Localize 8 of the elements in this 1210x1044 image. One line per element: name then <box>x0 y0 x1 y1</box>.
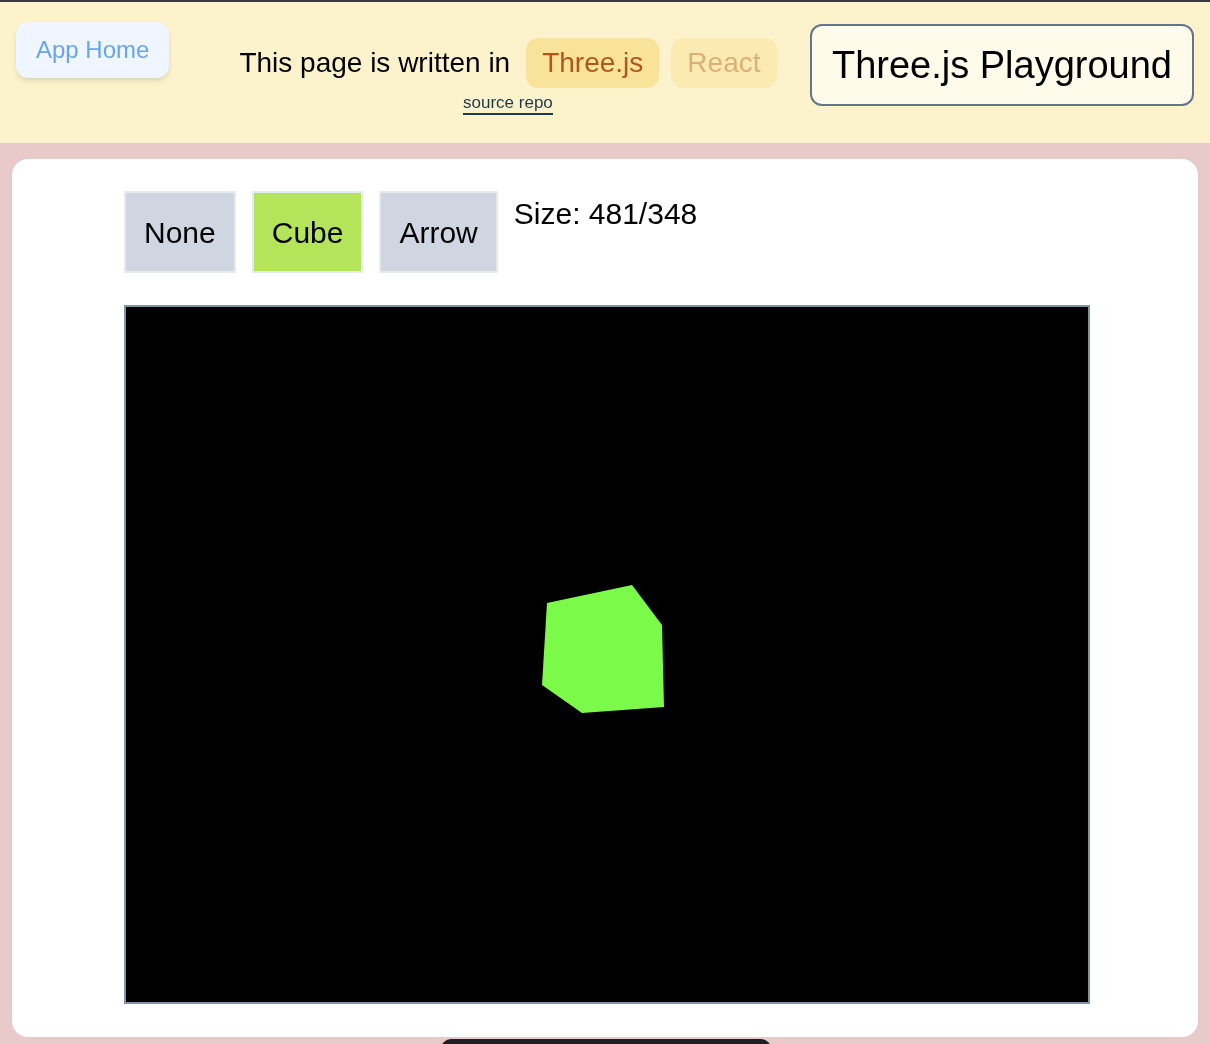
intro-text: This page is written in <box>239 46 511 80</box>
source-repo-link[interactable]: source repo <box>463 92 553 116</box>
shape-button[interactable]: None <box>124 191 236 273</box>
size-text: Size: 481/348 <box>513 196 698 232</box>
shape-button[interactable]: Arrow <box>379 191 498 273</box>
page-title: Three.js Playground <box>809 24 1194 106</box>
language-tag[interactable]: Three.js <box>526 38 660 88</box>
shape-button[interactable]: Cube <box>251 191 364 273</box>
